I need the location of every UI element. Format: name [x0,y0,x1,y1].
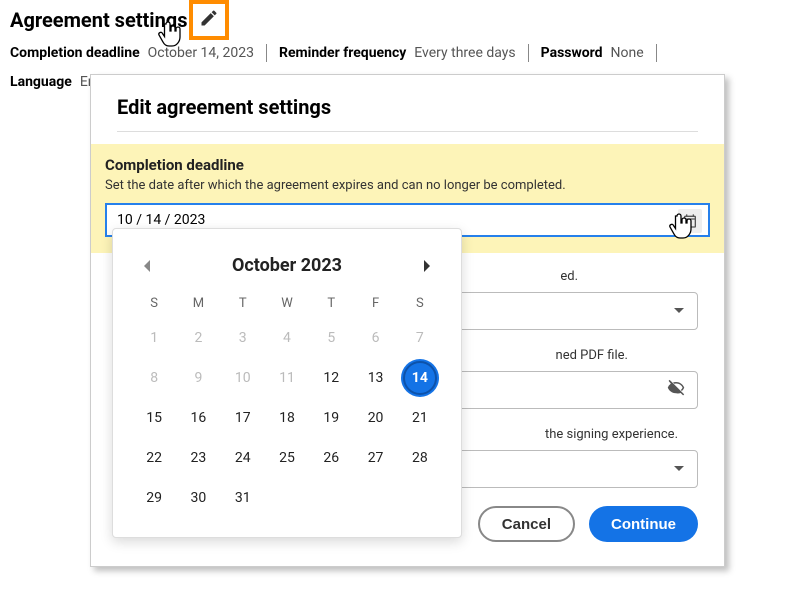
calendar-dow: S [403,292,437,315]
eye-slash-icon[interactable] [667,379,685,401]
section-label: Completion deadline [105,156,710,174]
hand-cursor-icon [665,210,697,246]
calendar-dow: T [226,292,260,315]
calendar-day: 11 [270,361,304,395]
calendar-day: 4 [270,321,304,355]
calendar-month-label: October 2023 [232,255,342,276]
summary-reminder: Reminder frequency Every three days [279,45,516,61]
calendar-dow: S [137,292,171,315]
calendar-day[interactable]: 18 [270,401,304,435]
section-desc: Set the date after which the agreement e… [105,178,710,193]
calendar-day[interactable]: 22 [137,441,171,475]
calendar-day[interactable]: 15 [137,401,171,435]
calendar-day[interactable]: 26 [314,441,348,475]
calendar-day[interactable]: 14 [403,361,437,395]
calendar-day[interactable]: 21 [403,401,437,435]
calendar-day[interactable]: 28 [403,441,437,475]
hand-cursor-icon [154,18,186,54]
chevron-down-icon [673,460,685,479]
summary-password: Password None [541,45,644,61]
calendar-dow: F [358,292,392,315]
calendar-prev-month[interactable] [137,256,157,276]
calendar-day[interactable]: 23 [181,441,215,475]
calendar-day[interactable]: 27 [359,441,393,475]
calendar-day[interactable]: 30 [181,481,215,515]
summary-label: Reminder frequency [279,45,406,61]
chevron-left-icon [142,259,152,273]
summary-completion-deadline: Completion deadline October 14, 2023 [10,45,254,61]
divider [656,44,657,62]
modal-divider [117,131,698,132]
calendar-day: 9 [181,361,215,395]
cancel-button[interactable]: Cancel [478,506,575,542]
summary-label: Password [541,45,603,61]
calendar-day: 2 [181,321,215,355]
calendar-day[interactable]: 24 [226,441,260,475]
chevron-down-icon [673,302,685,321]
modal-title: Edit agreement settings [117,95,698,119]
calendar-day: 3 [226,321,260,355]
calendar-day[interactable]: 20 [359,401,393,435]
calendar-grid: SMTWTFS123456789101112131415161718192021… [137,292,437,515]
continue-button[interactable]: Continue [589,506,698,542]
calendar-day[interactable]: 16 [181,401,215,435]
divider [528,44,529,62]
calendar-day[interactable]: 12 [314,361,348,395]
calendar-day[interactable]: 31 [226,481,260,515]
calendar-day: 6 [359,321,393,355]
calendar-dow: W [270,292,304,315]
calendar-day: 5 [314,321,348,355]
calendar-day[interactable]: 17 [226,401,260,435]
divider [266,44,267,62]
summary-label: Completion deadline [10,45,140,61]
edit-settings-button[interactable] [189,0,229,40]
calendar-day[interactable]: 25 [270,441,304,475]
calendar-popup: October 2023 SMTWTFS12345678910111213141… [112,228,462,538]
calendar-next-month[interactable] [417,256,437,276]
summary-value: None [611,45,644,61]
calendar-day: 7 [403,321,437,355]
calendar-day: 1 [137,321,171,355]
summary-value: Every three days [414,45,515,61]
calendar-day[interactable]: 19 [314,401,348,435]
calendar-day[interactable]: 13 [359,361,393,395]
calendar-day: 10 [226,361,260,395]
calendar-header: October 2023 [137,255,437,276]
calendar-day: 8 [137,361,171,395]
calendar-day[interactable]: 29 [137,481,171,515]
summary-label: Language [10,74,72,90]
date-value: 10 / 14 / 2023 [117,212,205,228]
chevron-right-icon [422,259,432,273]
calendar-dow: M [181,292,215,315]
pencil-icon [199,8,219,28]
calendar-dow: T [314,292,348,315]
